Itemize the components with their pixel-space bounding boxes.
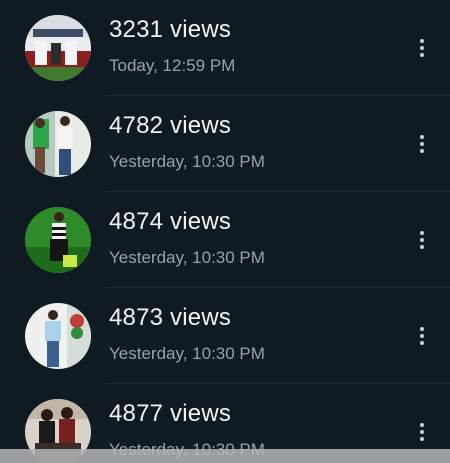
thumbnail-image [25,303,91,369]
more-vert-icon[interactable] [410,226,434,254]
status-time: Yesterday, 10:30 PM [109,248,265,267]
status-time: Yesterday, 10:30 PM [109,152,265,171]
views-count: 3231 views [109,16,232,43]
bottom-overlay-bar [0,449,450,463]
status-thumbnail[interactable] [25,111,91,177]
thumbnail-image [25,111,91,177]
status-row[interactable]: 4782 views Yesterday, 10:30 PM [0,96,450,192]
status-time: Yesterday, 10:30 PM [109,344,265,363]
views-count: 4874 views [109,208,232,235]
status-row[interactable]: 4874 views Yesterday, 10:30 PM [0,192,450,288]
status-views-screen: 3231 views Today, 12:59 PM 4782 views Ye… [0,0,450,463]
more-vert-icon[interactable] [410,418,434,446]
status-row[interactable]: 4873 views Yesterday, 10:30 PM [0,288,450,384]
thumbnail-image [25,207,91,273]
views-count: 4873 views [109,304,232,331]
views-count: 4877 views [109,400,232,427]
more-vert-icon[interactable] [410,34,434,62]
status-thumbnail[interactable] [25,207,91,273]
more-vert-icon[interactable] [410,130,434,158]
status-time: Today, 12:59 PM [109,56,236,75]
status-row[interactable]: 3231 views Today, 12:59 PM [0,0,450,96]
views-count: 4782 views [109,112,232,139]
status-thumbnail[interactable] [25,303,91,369]
status-thumbnail[interactable] [25,15,91,81]
thumbnail-image [25,15,91,81]
more-vert-icon[interactable] [410,322,434,350]
